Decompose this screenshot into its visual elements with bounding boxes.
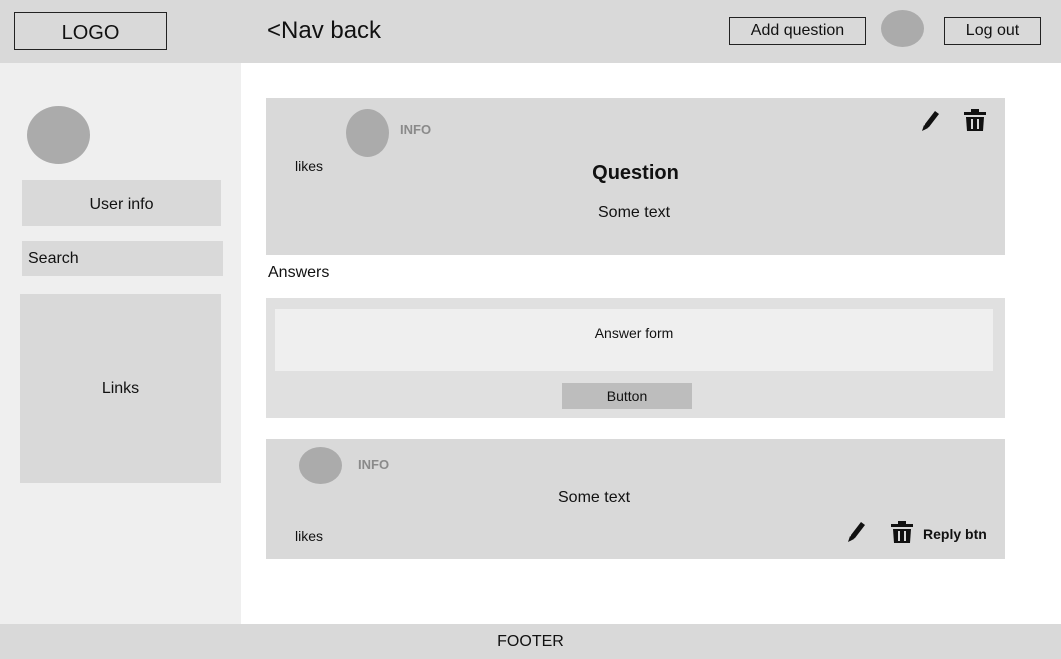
search-input[interactable]: Search [22,241,223,276]
links-box[interactable]: Links [20,294,221,483]
answer-text: Some text [558,489,631,506]
submit-answer-button[interactable]: Button [562,383,692,409]
answer-card: INFO Some text likes Reply btn [266,439,1005,559]
answer-form-input[interactable]: Answer form [275,309,993,371]
pencil-icon[interactable] [920,108,942,137]
answer-form-block: Answer form Button [266,298,1005,418]
user-info-box: User info [22,180,221,226]
reply-button[interactable]: Reply btn [923,526,987,542]
answer-likes[interactable]: likes [295,528,323,544]
log-out-button[interactable]: Log out [944,17,1041,45]
answers-label: Answers [268,264,330,281]
question-author-avatar [346,109,389,157]
sidebar: User info Search Links [0,63,241,624]
logo[interactable]: LOGO [14,12,167,50]
avatar[interactable] [881,10,924,47]
user-avatar [27,106,90,164]
trash-icon[interactable] [890,520,914,549]
question-title: Question [592,162,679,184]
question-text: Some text [598,204,671,221]
answer-info: INFO [358,457,390,472]
question-card: INFO likes Question Some text [266,98,1005,255]
nav-back-link[interactable]: <Nav back [267,17,381,45]
trash-icon[interactable] [963,108,987,137]
add-question-button[interactable]: Add question [729,17,866,45]
question-info: INFO [400,122,432,137]
pencil-icon[interactable] [846,519,868,548]
header: LOGO <Nav back Add question Log out [0,0,1061,63]
answer-author-avatar [299,447,342,484]
footer: FOOTER [0,624,1061,659]
